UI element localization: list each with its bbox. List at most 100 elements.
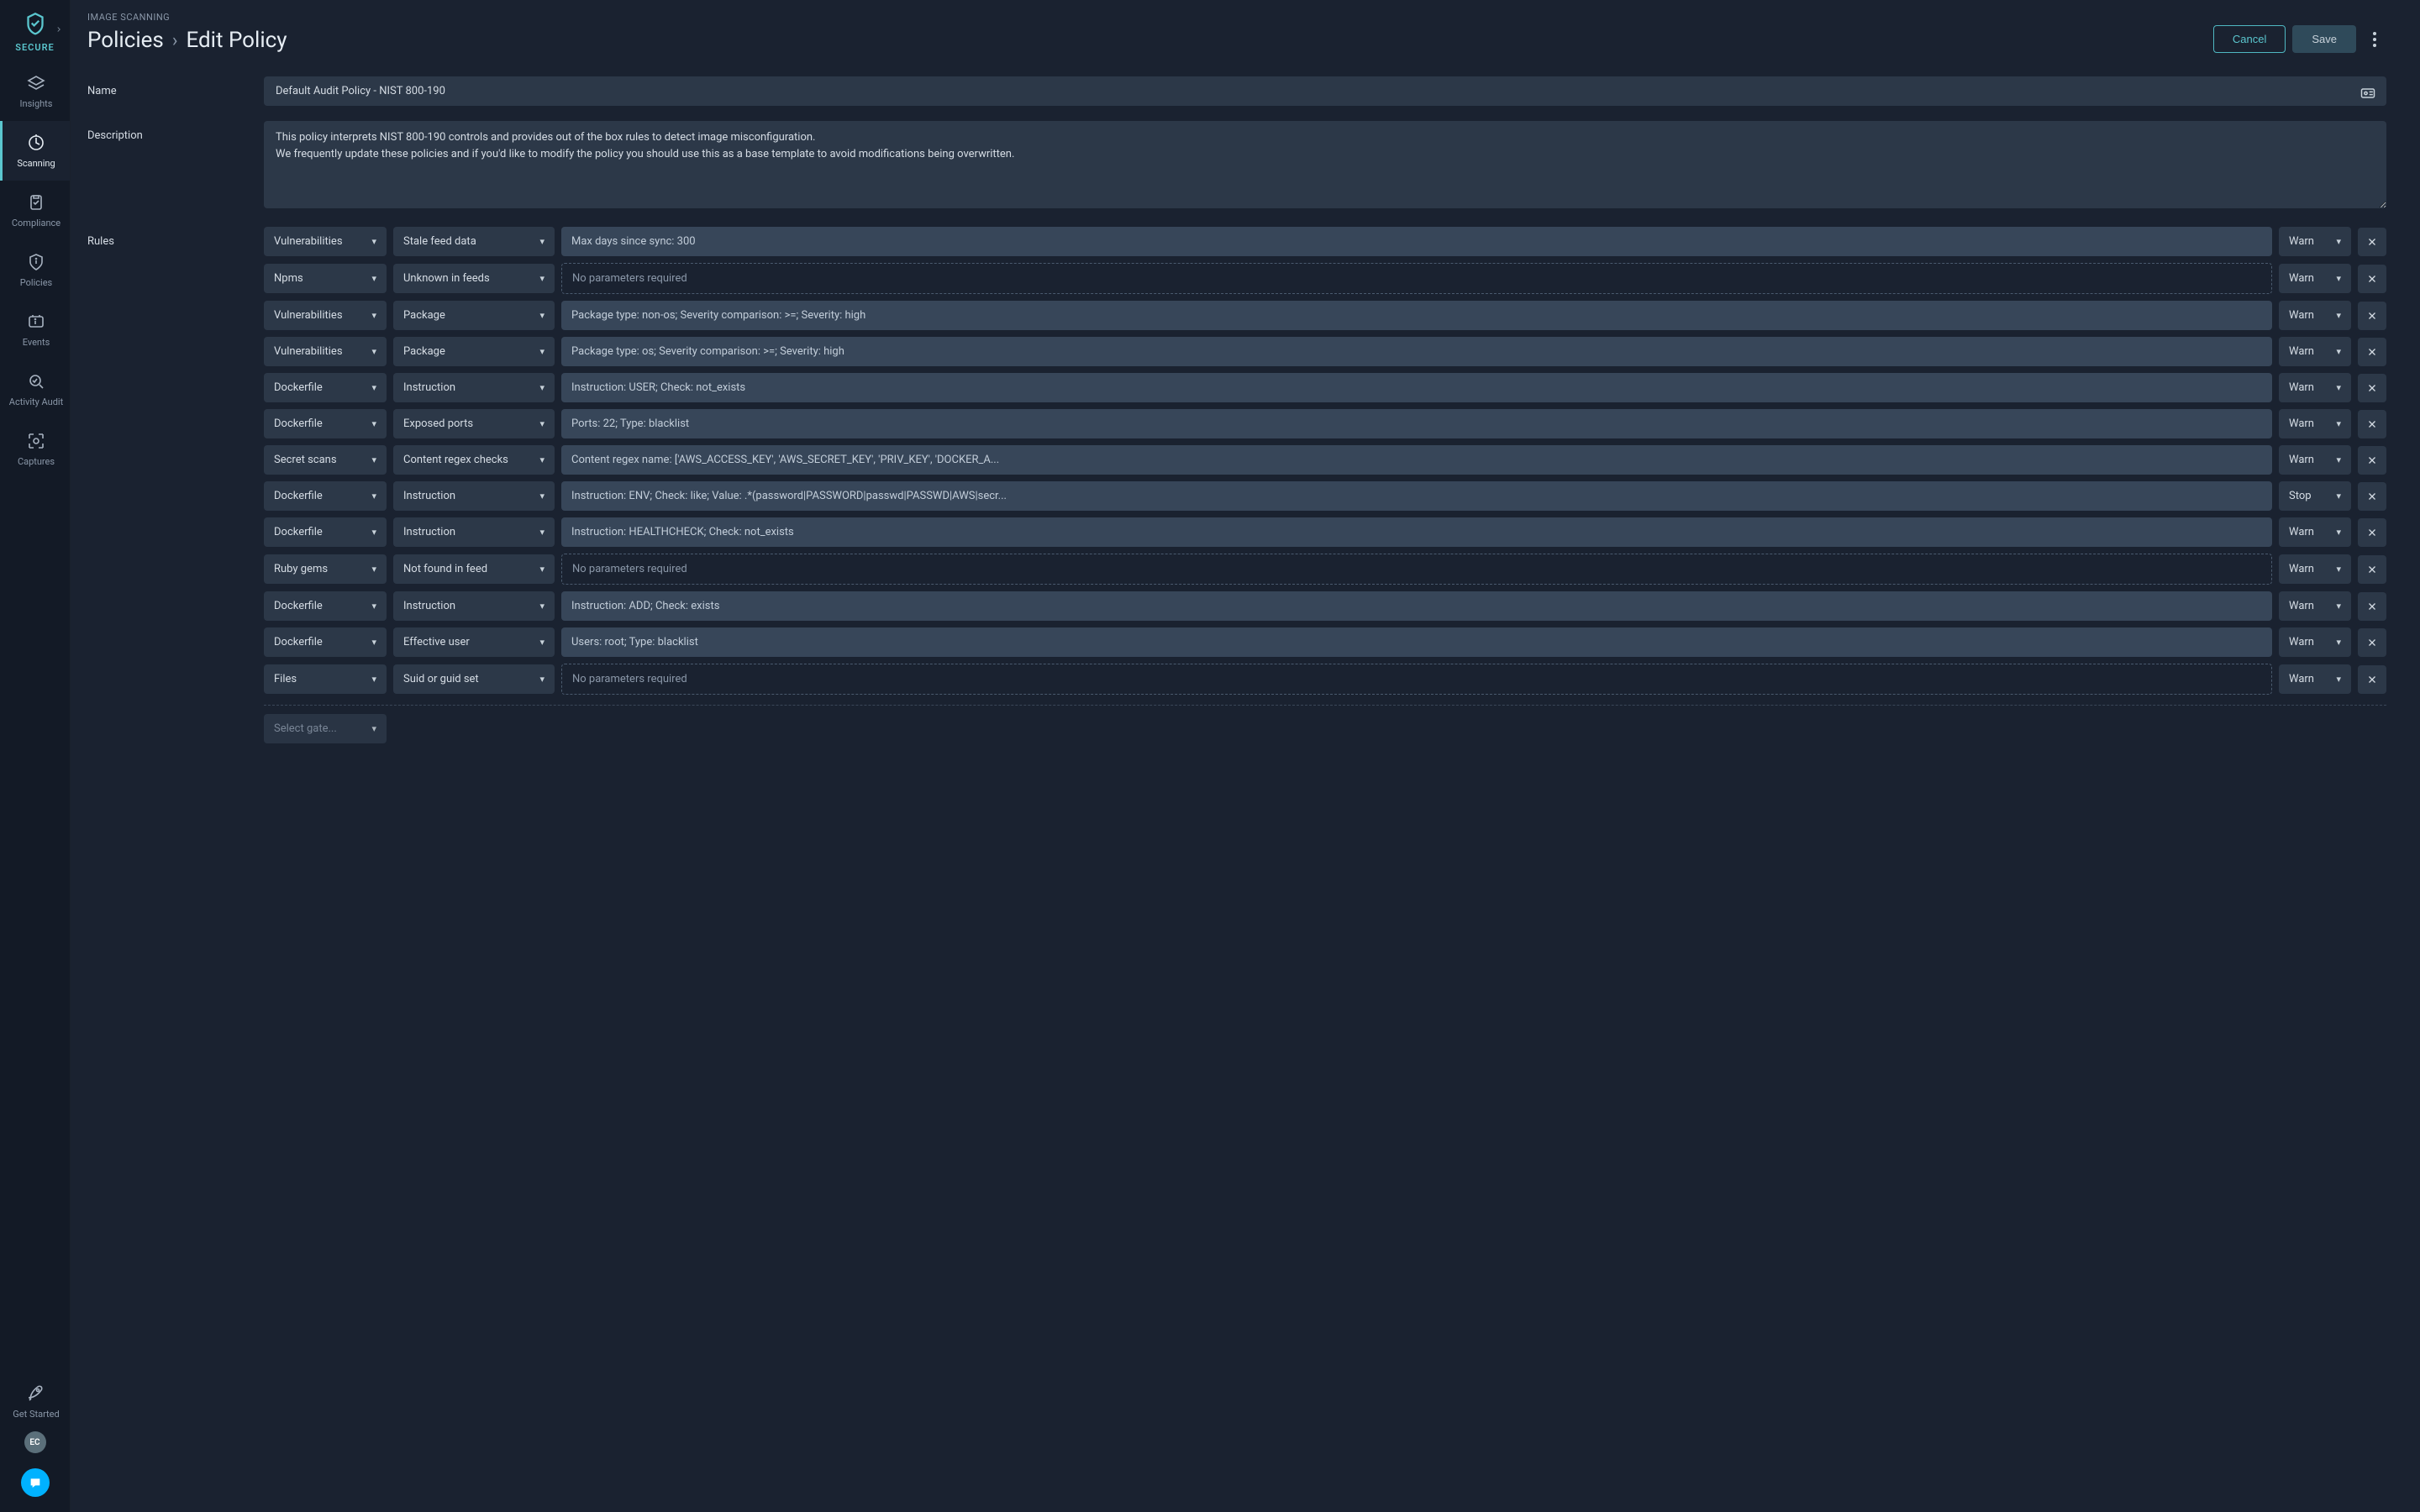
- sidebar-item-compliance[interactable]: Compliance: [0, 181, 70, 240]
- rule-params[interactable]: Instruction: HEALTHCHECK; Check: not_exi…: [561, 517, 2272, 547]
- rule-action-select[interactable]: Warn▾: [2279, 301, 2351, 330]
- delete-rule-button[interactable]: [2358, 446, 2386, 475]
- chevron-down-icon: ▾: [371, 346, 376, 357]
- rule-gate-select[interactable]: Secret scans▾: [264, 445, 387, 475]
- rule-params[interactable]: Max days since sync: 300: [561, 227, 2272, 256]
- rule-trigger-select[interactable]: Not found in feed▾: [393, 554, 555, 584]
- rule-gate-select[interactable]: Ruby gems▾: [264, 554, 387, 584]
- delete-rule-button[interactable]: [2358, 518, 2386, 547]
- rule-row: Dockerfile▾Instruction▾Instruction: ADD;…: [264, 591, 2386, 621]
- logo[interactable]: SECURE: [15, 10, 55, 53]
- rule-action-select[interactable]: Warn▾: [2279, 554, 2351, 584]
- rule-trigger-select[interactable]: Instruction▾: [393, 591, 555, 621]
- delete-rule-button[interactable]: [2358, 338, 2386, 366]
- rule-trigger-select[interactable]: Instruction▾: [393, 373, 555, 402]
- sidebar-item-events[interactable]: Events: [0, 300, 70, 360]
- chevron-down-icon: ▾: [2336, 491, 2341, 501]
- delete-rule-button[interactable]: [2358, 228, 2386, 256]
- rule-action-select[interactable]: Warn▾: [2279, 664, 2351, 694]
- rule-trigger-select[interactable]: Unknown in feeds▾: [393, 264, 555, 293]
- rule-action-select[interactable]: Stop▾: [2279, 481, 2351, 511]
- rule-params[interactable]: Instruction: ADD; Check: exists: [561, 591, 2272, 621]
- rule-params[interactable]: Instruction: ENV; Check: like; Value: .*…: [561, 481, 2272, 511]
- rule-gate-select[interactable]: Npms▾: [264, 264, 387, 293]
- select-value: Warn: [2289, 673, 2314, 685]
- rule-gate-select[interactable]: Files▾: [264, 664, 387, 694]
- select-value: Dockerfile: [274, 636, 323, 648]
- rule-gate-select[interactable]: Dockerfile▾: [264, 481, 387, 511]
- rule-trigger-select[interactable]: Package▾: [393, 337, 555, 366]
- delete-rule-button[interactable]: [2358, 665, 2386, 694]
- avatar[interactable]: EC: [24, 1431, 46, 1453]
- select-value: Vulnerabilities: [274, 345, 343, 358]
- captures-icon: [26, 431, 46, 451]
- rule-trigger-select[interactable]: Stale feed data▾: [393, 227, 555, 256]
- sidebar-item-insights[interactable]: Insights: [0, 61, 70, 121]
- rule-trigger-select[interactable]: Content regex checks▾: [393, 445, 555, 475]
- delete-rule-button[interactable]: [2358, 302, 2386, 330]
- rule-action-select[interactable]: Warn▾: [2279, 264, 2351, 293]
- chat-button[interactable]: [21, 1468, 50, 1497]
- delete-rule-button[interactable]: [2358, 592, 2386, 621]
- rule-gate-select[interactable]: Dockerfile▾: [264, 373, 387, 402]
- close-icon: [2366, 273, 2378, 285]
- chevron-down-icon: ▾: [2336, 236, 2341, 247]
- rule-action-select[interactable]: Warn▾: [2279, 227, 2351, 256]
- rule-params[interactable]: Package type: non-os; Severity compariso…: [561, 301, 2272, 330]
- sidebar-item-policies[interactable]: Policies: [0, 240, 70, 300]
- delete-rule-button[interactable]: [2358, 265, 2386, 293]
- rule-trigger-select[interactable]: Instruction▾: [393, 481, 555, 511]
- rule-params[interactable]: Users: root; Type: blacklist: [561, 627, 2272, 657]
- rule-action-select[interactable]: Warn▾: [2279, 591, 2351, 621]
- select-value: Warn: [2289, 600, 2314, 612]
- delete-rule-button[interactable]: [2358, 555, 2386, 584]
- sidebar-item-activity[interactable]: Activity Audit: [0, 360, 70, 419]
- rule-gate-select[interactable]: Dockerfile▾: [264, 517, 387, 547]
- chevron-down-icon: ▾: [539, 674, 544, 685]
- select-value: Warn: [2289, 526, 2314, 538]
- rule-params[interactable]: Content regex name: ['AWS_ACCESS_KEY', '…: [561, 445, 2272, 475]
- rule-params[interactable]: Ports: 22; Type: blacklist: [561, 409, 2272, 438]
- rule-params[interactable]: Package type: os; Severity comparison: >…: [561, 337, 2272, 366]
- sidebar: SECURE InsightsScanningCompliancePolicie…: [0, 0, 71, 1512]
- rule-action-select[interactable]: Warn▾: [2279, 517, 2351, 547]
- rule-trigger-select[interactable]: Package▾: [393, 301, 555, 330]
- add-rule-gate-select[interactable]: Select gate...▾: [264, 714, 387, 743]
- close-icon: [2366, 637, 2378, 648]
- chevron-right-icon: [55, 25, 63, 34]
- activity-icon: [26, 371, 46, 391]
- overline: IMAGE SCANNING: [87, 12, 287, 23]
- chevron-down-icon: ▾: [371, 723, 376, 734]
- rule-params[interactable]: Instruction: USER; Check: not_exists: [561, 373, 2272, 402]
- delete-rule-button[interactable]: [2358, 482, 2386, 511]
- rule-action-select[interactable]: Warn▾: [2279, 445, 2351, 475]
- delete-rule-button[interactable]: [2358, 628, 2386, 657]
- sidebar-item-captures[interactable]: Captures: [0, 419, 70, 479]
- rule-action-select[interactable]: Warn▾: [2279, 409, 2351, 438]
- name-input[interactable]: [264, 76, 2386, 106]
- rule-action-select[interactable]: Warn▾: [2279, 337, 2351, 366]
- rule-trigger-select[interactable]: Exposed ports▾: [393, 409, 555, 438]
- rule-gate-select[interactable]: Dockerfile▾: [264, 409, 387, 438]
- rule-gate-select[interactable]: Dockerfile▾: [264, 627, 387, 657]
- save-button[interactable]: Save: [2292, 25, 2356, 53]
- rule-gate-select[interactable]: Vulnerabilities ▾: [264, 337, 387, 366]
- description-textarea[interactable]: [264, 121, 2386, 208]
- rule-trigger-select[interactable]: Effective user▾: [393, 627, 555, 657]
- delete-rule-button[interactable]: [2358, 374, 2386, 402]
- close-icon: [2366, 564, 2378, 575]
- rule-action-select[interactable]: Warn▾: [2279, 373, 2351, 402]
- rule-trigger-select[interactable]: Suid or guid set▾: [393, 664, 555, 694]
- chevron-down-icon: ▾: [539, 236, 544, 247]
- more-menu-button[interactable]: [2363, 27, 2386, 52]
- rule-gate-select[interactable]: Vulnerabilities▾: [264, 301, 387, 330]
- rule-trigger-select[interactable]: Instruction▾: [393, 517, 555, 547]
- rule-gate-select[interactable]: Dockerfile▾: [264, 591, 387, 621]
- breadcrumb-root[interactable]: Policies: [87, 28, 164, 53]
- sidebar-item-scanning[interactable]: Scanning: [0, 121, 70, 181]
- cancel-button[interactable]: Cancel: [2213, 25, 2286, 53]
- rule-gate-select[interactable]: Vulnerabilities▾: [264, 227, 387, 256]
- rule-action-select[interactable]: Warn▾: [2279, 627, 2351, 657]
- delete-rule-button[interactable]: [2358, 410, 2386, 438]
- sidebar-item-get-started[interactable]: Get Started: [10, 1372, 59, 1431]
